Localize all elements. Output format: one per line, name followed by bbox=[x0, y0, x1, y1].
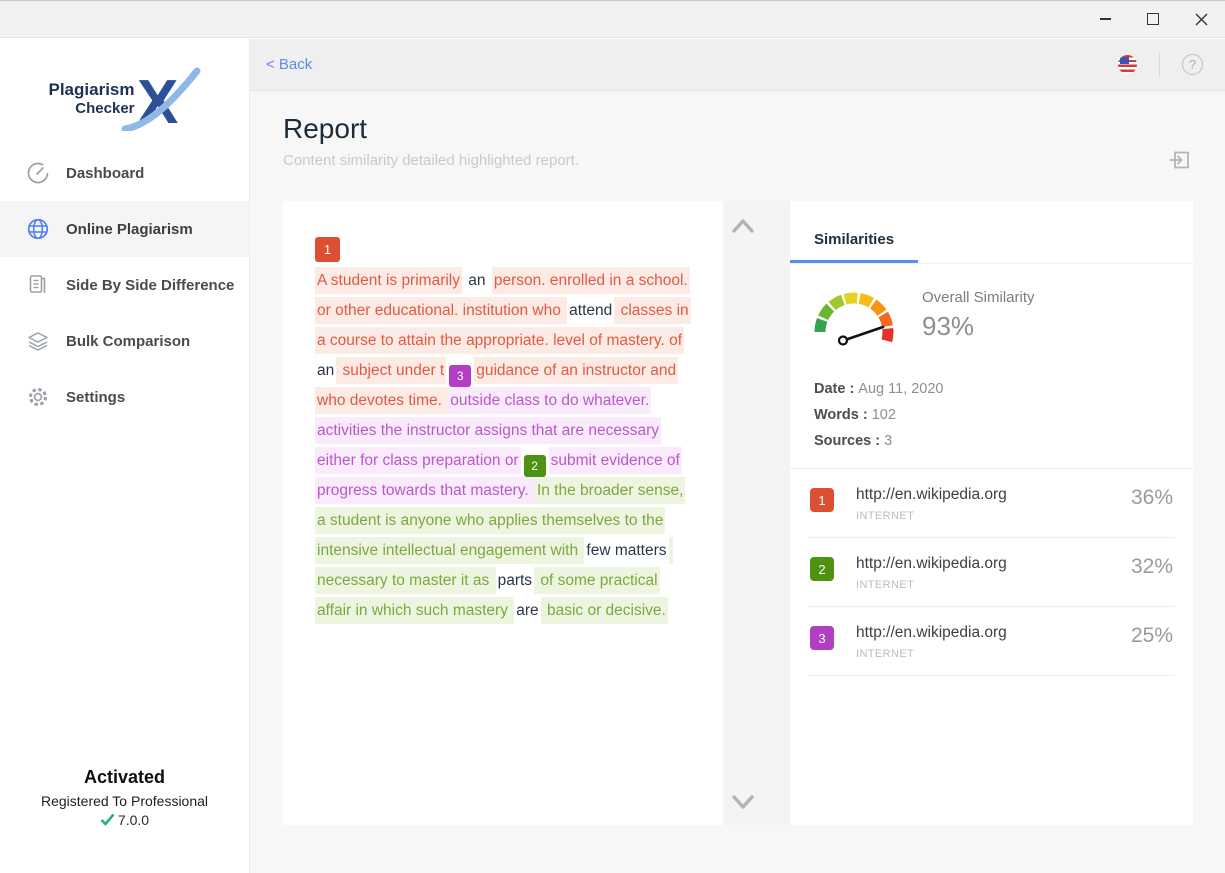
activation-version-row: 7.0.0 bbox=[100, 812, 149, 828]
sidebar-item-label: Online Plagiarism bbox=[66, 221, 193, 238]
help-icon[interactable]: ? bbox=[1182, 54, 1203, 75]
source-row-3[interactable]: 3 http://en.wikipedia.org INTERNET25% bbox=[808, 607, 1175, 676]
sidebar-item-dashboard[interactable]: Dashboard bbox=[0, 145, 249, 201]
highlighted-text-source-2: basic or decisive. bbox=[541, 597, 668, 624]
meta-row: Sources :3 bbox=[814, 428, 1169, 454]
chevron-down-icon[interactable] bbox=[729, 790, 757, 814]
logo-text-line2: Checker bbox=[49, 100, 135, 119]
meta-label: Sources : bbox=[814, 433, 880, 449]
us-flag-icon[interactable] bbox=[1118, 55, 1137, 74]
sidebar-item-settings[interactable]: Settings bbox=[0, 369, 249, 425]
highlighted-text-source-1: A student is primarily bbox=[315, 267, 462, 294]
source-type: INTERNET bbox=[856, 579, 1131, 591]
document-panel: 1 A student is primarily an person. enro… bbox=[283, 201, 723, 825]
source-url[interactable]: http://en.wikipedia.org bbox=[856, 486, 1131, 504]
source-percent: 25% bbox=[1131, 624, 1173, 648]
similarity-gauge-icon bbox=[814, 280, 896, 350]
highlighted-text-source-1: subject under t bbox=[336, 357, 446, 384]
meta-row: Words :102 bbox=[814, 402, 1169, 428]
source-row-2[interactable]: 2 http://en.wikipedia.org INTERNET32% bbox=[808, 538, 1175, 607]
meta-value: 102 bbox=[872, 407, 896, 423]
layers-icon bbox=[26, 329, 50, 353]
activation-version: 7.0.0 bbox=[118, 812, 149, 828]
sidebar: Plagiarism Checker X Dashboard Online Pla… bbox=[0, 39, 250, 873]
export-report-icon[interactable] bbox=[1169, 149, 1191, 171]
page-title: Report bbox=[283, 113, 1193, 145]
sidebar-item-label: Bulk Comparison bbox=[66, 333, 190, 350]
sidebar-item-label: Dashboard bbox=[66, 165, 144, 182]
chevron-up-icon[interactable] bbox=[729, 214, 757, 238]
report-meta: Date :Aug 11, 2020Words :102Sources :3 bbox=[790, 354, 1193, 469]
close-button[interactable] bbox=[1177, 1, 1225, 37]
globe-icon bbox=[26, 217, 50, 241]
meta-value: Aug 11, 2020 bbox=[858, 381, 943, 397]
close-icon bbox=[1195, 13, 1208, 26]
source-number-badge: 2 bbox=[810, 557, 834, 581]
main-content: Report Content similarity detailed highl… bbox=[250, 91, 1225, 873]
dashboard-gauge-icon bbox=[26, 161, 50, 185]
checkmark-icon bbox=[100, 813, 115, 826]
overall-similarity-label: Overall Similarity bbox=[922, 289, 1035, 306]
document-plain-text: attend bbox=[567, 297, 614, 324]
source-2-marker-badge[interactable]: 2 bbox=[524, 455, 546, 477]
sidebar-item-label: Side By Side Difference bbox=[66, 277, 234, 294]
maximize-icon bbox=[1147, 13, 1159, 25]
gear-icon bbox=[26, 385, 50, 409]
activation-status: Activated bbox=[0, 767, 249, 788]
sidebar-item-side-by-side-difference[interactable]: Side By Side Difference bbox=[0, 257, 249, 313]
document-text: A student is primarily an person. enroll… bbox=[315, 266, 695, 626]
overall-similarity-value: 93% bbox=[922, 311, 1035, 342]
meta-value: 3 bbox=[884, 433, 892, 449]
document-scrollbar bbox=[723, 201, 790, 825]
source-list: 1http://en.wikipedia.orgINTERNET36%2http… bbox=[790, 469, 1193, 676]
minimize-icon bbox=[1100, 18, 1111, 20]
similarities-panel: Similarities bbox=[790, 201, 1193, 825]
source-percent: 36% bbox=[1131, 486, 1173, 510]
meta-label: Words : bbox=[814, 407, 868, 423]
document-plain-text: an bbox=[315, 357, 336, 384]
sidebar-item-label: Settings bbox=[66, 389, 125, 406]
app-logo: Plagiarism Checker X bbox=[0, 67, 249, 131]
top-bar: < Back ? bbox=[250, 39, 1225, 91]
source-3-marker-badge[interactable]: 3 bbox=[449, 365, 471, 387]
activation-registered-to: Registered To Professional bbox=[0, 793, 249, 809]
meta-label: Date : bbox=[814, 381, 854, 397]
documents-icon bbox=[26, 273, 50, 297]
tab-similarities[interactable]: Similarities bbox=[790, 221, 918, 263]
source-percent: 32% bbox=[1131, 555, 1173, 579]
source-url[interactable]: http://en.wikipedia.org bbox=[856, 624, 1131, 642]
page-header: Report Content similarity detailed highl… bbox=[283, 113, 1193, 169]
document-plain-text: an bbox=[462, 267, 492, 294]
back-link[interactable]: < Back bbox=[266, 56, 312, 73]
sidebar-menu: Dashboard Online Plagiarism Side By Side D… bbox=[0, 145, 249, 425]
source-url[interactable]: http://en.wikipedia.org bbox=[856, 555, 1131, 573]
source-type: INTERNET bbox=[856, 648, 1131, 660]
maximize-button[interactable] bbox=[1129, 1, 1177, 37]
document-plain-text: are bbox=[514, 597, 540, 624]
page-subtitle: Content similarity detailed highlighted … bbox=[283, 152, 1193, 169]
source-number-badge: 1 bbox=[810, 488, 834, 512]
topbar-divider bbox=[1159, 53, 1160, 77]
source-1-marker-badge[interactable]: 1 bbox=[315, 237, 340, 262]
sidebar-item-bulk-comparison[interactable]: Bulk Comparison bbox=[0, 313, 249, 369]
document-plain-text: parts bbox=[496, 567, 534, 594]
minimize-button[interactable] bbox=[1081, 1, 1129, 37]
document-plain-text: few matters bbox=[584, 537, 668, 564]
window-title-bar bbox=[0, 0, 1225, 38]
activation-panel: Activated Registered To Professional 7.0… bbox=[0, 767, 249, 832]
source-type: INTERNET bbox=[856, 510, 1131, 522]
sidebar-item-online-plagiarism[interactable]: Online Plagiarism bbox=[0, 201, 249, 257]
meta-row: Date :Aug 11, 2020 bbox=[814, 376, 1169, 402]
logo-text-line1: Plagiarism bbox=[49, 79, 135, 100]
source-row-1[interactable]: 1 http://en.wikipedia.org INTERNET36% bbox=[808, 469, 1175, 538]
source-number-badge: 3 bbox=[810, 626, 834, 650]
